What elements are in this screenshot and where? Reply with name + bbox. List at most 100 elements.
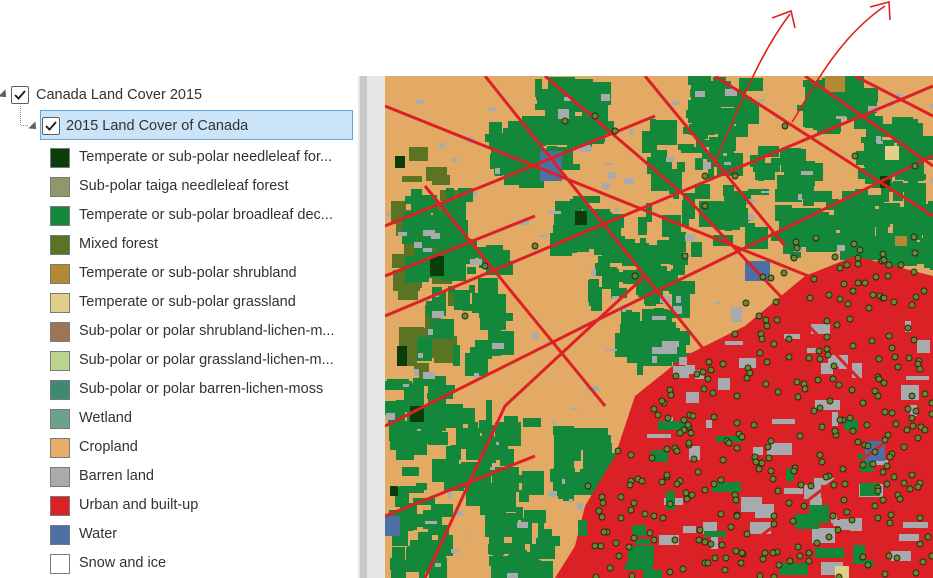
legend-swatch[interactable]: [50, 177, 70, 197]
barren-cell: [577, 503, 583, 510]
legend-swatch[interactable]: [50, 351, 70, 371]
legend-item[interactable]: Urban and built-up: [50, 495, 355, 519]
point-feature: [614, 447, 622, 455]
scrollbar[interactable]: [360, 76, 367, 578]
point-feature: [611, 127, 619, 135]
barren-cell: [470, 259, 482, 265]
barren-cell: [602, 183, 610, 189]
point-feature: [904, 324, 912, 332]
legend-label: Sub-polar or polar grassland-lichen-m...: [79, 352, 334, 368]
forest-cell: [522, 569, 536, 578]
point-feature: [763, 358, 771, 366]
point-feature: [881, 436, 889, 444]
legend-label: Temperate or sub-polar shrubland: [79, 265, 297, 281]
point-feature: [785, 335, 793, 343]
legend-item[interactable]: Mixed forest: [50, 234, 355, 258]
legend-swatch[interactable]: [50, 264, 70, 284]
point-feature: [695, 536, 703, 544]
point-feature: [707, 366, 715, 374]
point-feature: [854, 438, 862, 446]
point-feature: [900, 479, 908, 487]
point-feature: [796, 552, 804, 560]
forest-cell: [454, 290, 470, 310]
legend-item[interactable]: Sub-polar taiga needleleaf forest: [50, 176, 355, 200]
pane-splitter[interactable]: [358, 76, 385, 578]
legend-item[interactable]: Sub-polar or polar shrubland-lichen-m...: [50, 321, 355, 345]
legend-swatch[interactable]: [50, 554, 70, 574]
point-feature: [731, 330, 739, 338]
legend-swatch[interactable]: [50, 148, 70, 168]
point-feature: [890, 298, 898, 306]
point-feature: [738, 549, 746, 557]
legend-swatch[interactable]: [50, 206, 70, 226]
legend-item[interactable]: Snow and ice: [50, 553, 355, 577]
point-feature: [700, 385, 708, 393]
barren-cell: [758, 99, 765, 102]
point-feature: [824, 351, 832, 359]
legend-item[interactable]: Sub-polar or polar barren-lichen-moss: [50, 379, 355, 403]
legend-item[interactable]: Wetland: [50, 408, 355, 432]
legend-item[interactable]: Temperate or sub-polar broadleaf dec...: [50, 205, 355, 229]
point-feature: [813, 539, 821, 547]
point-feature: [879, 496, 887, 504]
point-feature: [919, 558, 927, 566]
barren-cell: [531, 333, 538, 339]
legend-swatch[interactable]: [50, 293, 70, 313]
point-feature: [834, 526, 842, 534]
point-feature: [904, 405, 912, 413]
legend-swatch[interactable]: [50, 467, 70, 487]
barren-cell: [876, 136, 881, 143]
point-feature: [707, 540, 715, 548]
point-feature: [794, 543, 802, 551]
map-layer-checkbox[interactable]: [42, 117, 60, 135]
legend-swatch[interactable]: [50, 525, 70, 545]
legend-label: Sub-polar or polar barren-lichen-moss: [79, 381, 324, 397]
point-feature: [850, 240, 858, 248]
group-layer-label[interactable]: Canada Land Cover 2015: [36, 87, 202, 103]
point-feature: [801, 385, 809, 393]
legend-item[interactable]: Temperate or sub-polar grassland: [50, 292, 355, 316]
barren-cell: [836, 116, 846, 119]
legend-swatch[interactable]: [50, 438, 70, 458]
forest-cell: [632, 526, 642, 533]
land-cover-map[interactable]: [385, 76, 933, 578]
point-feature: [903, 426, 911, 434]
legend-item[interactable]: Barren land: [50, 466, 355, 490]
legend-item[interactable]: Temperate or sub-polar shrubland: [50, 263, 355, 287]
barren-cell: [662, 341, 679, 347]
legend-swatch[interactable]: [50, 409, 70, 429]
legend-item[interactable]: Sub-polar or polar grassland-lichen-m...: [50, 350, 355, 374]
point-feature: [699, 368, 707, 376]
forest-cell: [516, 552, 539, 564]
legend-item[interactable]: Cropland: [50, 437, 355, 461]
point-feature: [886, 453, 894, 461]
point-feature: [880, 379, 888, 387]
barren-cell: [679, 357, 687, 365]
forest-cell: [857, 202, 870, 217]
map-view[interactable]: [385, 76, 933, 578]
point-feature: [615, 552, 623, 560]
barren-cell: [473, 192, 477, 197]
legend-swatch[interactable]: [50, 322, 70, 342]
legend-label: Mixed forest: [79, 236, 158, 252]
point-feature: [592, 573, 600, 578]
point-feature: [683, 495, 691, 503]
map-layer-label[interactable]: 2015 Land Cover of Canada: [66, 118, 248, 134]
shrub-grass-patch: [885, 146, 899, 160]
point-feature: [733, 512, 741, 520]
legend-swatch[interactable]: [50, 235, 70, 255]
point-feature: [916, 540, 924, 548]
point-feature: [875, 375, 883, 383]
point-feature: [770, 340, 778, 348]
point-feature: [806, 294, 814, 302]
barren-cell: [507, 573, 518, 578]
legend-item[interactable]: Water: [50, 524, 355, 548]
forest-cell: [538, 128, 544, 141]
point-feature: [869, 291, 877, 299]
point-feature: [843, 261, 851, 269]
barren-cell: [695, 91, 705, 97]
legend-item[interactable]: Temperate or sub-polar needleleaf for...: [50, 147, 355, 171]
legend-swatch[interactable]: [50, 496, 70, 516]
barren-cell: [416, 100, 424, 104]
legend-swatch[interactable]: [50, 380, 70, 400]
